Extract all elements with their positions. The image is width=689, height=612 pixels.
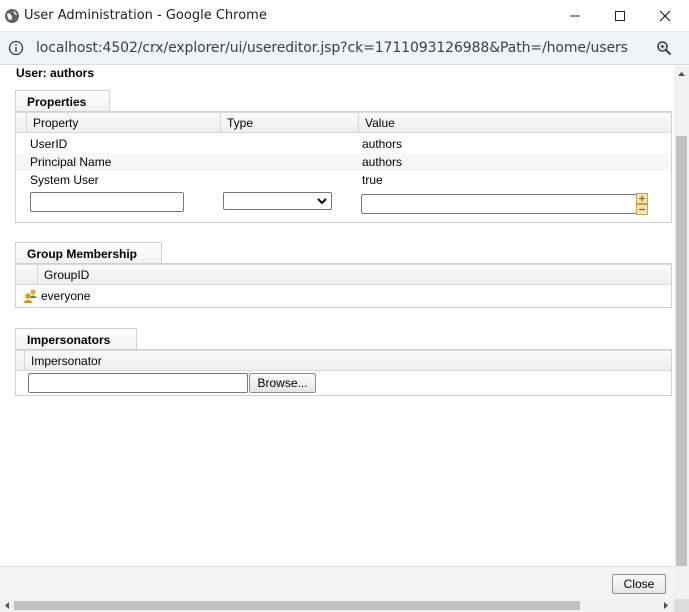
vertical-scrollbar[interactable] [674, 66, 689, 599]
address-bar: localhost:4502/crx/explorer/ui/useredito… [0, 32, 689, 65]
new-property-input[interactable] [30, 192, 184, 212]
zoom-icon[interactable] [656, 40, 672, 56]
tab-group-membership[interactable]: Group Membership [15, 242, 162, 264]
minus-icon[interactable] [636, 204, 648, 215]
property-name: System User [30, 173, 99, 187]
maximize-button[interactable] [597, 0, 643, 32]
close-icon [659, 10, 671, 22]
minimize-icon [570, 15, 580, 17]
maximize-icon [615, 11, 625, 21]
property-value: authors [362, 155, 403, 169]
groups-header: GroupID [16, 264, 671, 285]
table-row[interactable]: UserID authors [16, 135, 671, 153]
property-name: UserID [30, 137, 68, 151]
chevron-down-icon [317, 198, 327, 205]
column-property[interactable]: Property [27, 113, 221, 133]
impersonator-input[interactable] [28, 373, 248, 393]
user-header: User: authors [16, 66, 95, 80]
globe-icon [5, 9, 19, 23]
table-row[interactable]: System User true [16, 171, 671, 189]
info-icon[interactable] [8, 40, 24, 56]
scrollbar-corner [674, 599, 689, 612]
minimize-button[interactable] [552, 0, 598, 32]
plus-icon[interactable] [636, 193, 648, 204]
window-titlebar: User Administration - Google Chrome [0, 0, 689, 32]
chevron-up-icon[interactable] [674, 68, 689, 80]
properties-panel: Property Type Value UserID authors Princ… [15, 112, 672, 223]
impersonators-panel: Impersonator Browse... [15, 350, 672, 396]
group-membership-panel: GroupID everyone [15, 264, 672, 308]
dialog-content: User: authors Properties Property Type V… [0, 66, 674, 566]
group-id: everyone [41, 289, 91, 303]
horizontal-scrollbar-thumb[interactable] [14, 601, 580, 610]
impersonators-header: Impersonator [16, 350, 671, 371]
table-row[interactable]: Principal Name authors [16, 153, 671, 171]
vertical-scrollbar-thumb[interactable] [676, 136, 687, 566]
url-text[interactable]: localhost:4502/crx/explorer/ui/useredito… [36, 40, 628, 56]
close-window-button[interactable] [642, 0, 688, 32]
property-name: Principal Name [30, 155, 112, 169]
tab-properties[interactable]: Properties [15, 90, 110, 112]
chevron-right-icon[interactable] [660, 599, 672, 612]
window-title: User Administration - Google Chrome [24, 8, 267, 23]
header-spacer [16, 351, 25, 371]
browse-button[interactable]: Browse... [249, 373, 316, 393]
group-icon [23, 289, 37, 303]
properties-header: Property Type Value [16, 112, 671, 133]
chevron-left-icon[interactable] [1, 599, 13, 612]
column-impersonator[interactable]: Impersonator [25, 351, 671, 371]
header-spacer [16, 113, 27, 133]
close-button[interactable]: Close [612, 574, 666, 594]
column-groupid[interactable]: GroupID [38, 265, 671, 285]
type-select[interactable] [223, 192, 332, 210]
property-value: authors [362, 137, 403, 151]
column-type[interactable]: Type [221, 113, 359, 133]
header-spacer [16, 265, 38, 285]
tab-impersonators[interactable]: Impersonators [15, 328, 137, 350]
table-row[interactable]: everyone [16, 287, 671, 305]
new-value-input[interactable] [361, 194, 637, 214]
property-value: true [362, 173, 383, 187]
dialog-footer: Close [0, 566, 674, 599]
add-remove-control [636, 193, 648, 215]
column-value[interactable]: Value [359, 113, 671, 133]
horizontal-scrollbar[interactable] [0, 599, 674, 612]
